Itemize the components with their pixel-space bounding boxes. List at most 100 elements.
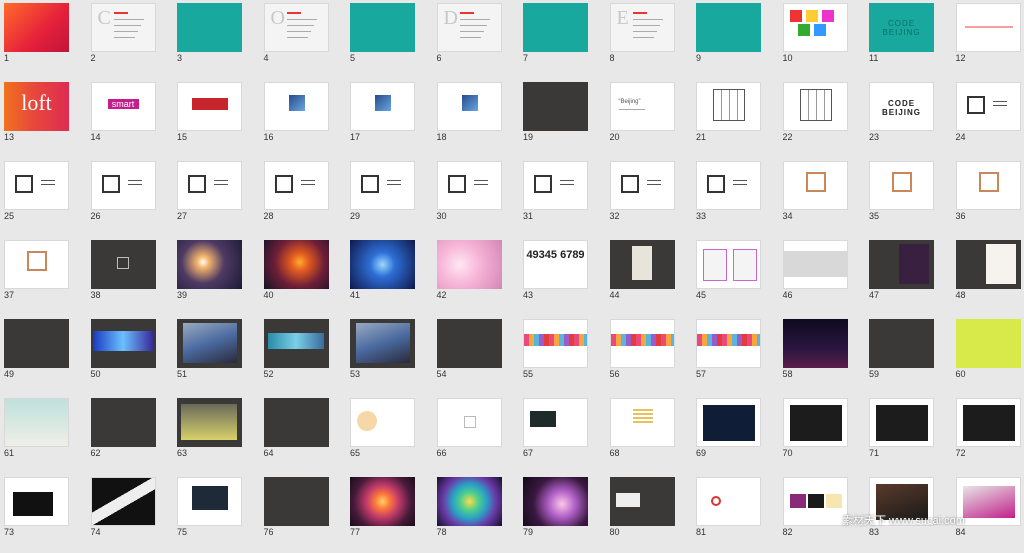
slide-cell[interactable]: 48 bbox=[952, 237, 1024, 316]
slide-thumbnail[interactable] bbox=[523, 477, 588, 526]
slide-thumbnail[interactable] bbox=[350, 319, 415, 368]
slide-thumbnail[interactable] bbox=[4, 3, 69, 52]
slide-thumbnail[interactable] bbox=[956, 319, 1021, 368]
slide-cell[interactable]: 1 bbox=[0, 0, 86, 79]
slide-thumbnail[interactable] bbox=[696, 240, 761, 289]
slide-cell[interactable]: 27 bbox=[173, 158, 259, 237]
slide-thumbnail[interactable] bbox=[610, 398, 675, 447]
slide-thumbnail[interactable]: smart bbox=[91, 82, 156, 131]
slide-thumbnail[interactable] bbox=[696, 319, 761, 368]
slide-thumbnail[interactable] bbox=[437, 161, 502, 210]
slide-cell[interactable]: 69 bbox=[692, 395, 778, 474]
slide-cell[interactable]: D6 bbox=[433, 0, 519, 79]
slide-thumbnail[interactable]: D bbox=[437, 3, 502, 52]
slide-cell[interactable]: 18 bbox=[433, 79, 519, 158]
slide-cell[interactable]: 75 bbox=[173, 474, 259, 553]
slide-cell[interactable]: 78 bbox=[433, 474, 519, 553]
slide-cell[interactable]: 71 bbox=[865, 395, 951, 474]
slide-cell[interactable]: 38 bbox=[87, 237, 173, 316]
slide-cell[interactable]: 49 bbox=[0, 316, 86, 395]
slide-thumbnail[interactable] bbox=[264, 82, 329, 131]
slide-thumbnail[interactable] bbox=[956, 3, 1021, 52]
slide-thumbnail[interactable] bbox=[264, 398, 329, 447]
slide-thumbnail[interactable] bbox=[264, 240, 329, 289]
slide-thumbnail[interactable] bbox=[350, 477, 415, 526]
slide-cell[interactable]: 50 bbox=[87, 316, 173, 395]
slide-cell[interactable]: 73 bbox=[0, 474, 86, 553]
slide-cell[interactable]: 22 bbox=[779, 79, 865, 158]
slide-cell[interactable]: loft13 bbox=[0, 79, 86, 158]
slide-cell[interactable]: 51 bbox=[173, 316, 259, 395]
slide-thumbnail[interactable]: E bbox=[610, 3, 675, 52]
slide-cell[interactable]: 74 bbox=[87, 474, 173, 553]
slide-cell[interactable]: 15 bbox=[173, 79, 259, 158]
slide-thumbnail[interactable] bbox=[91, 398, 156, 447]
slide-thumbnail[interactable]: C bbox=[91, 3, 156, 52]
slide-cell[interactable]: 63 bbox=[173, 395, 259, 474]
slide-cell[interactable]: 53 bbox=[346, 316, 432, 395]
slide-cell[interactable]: 80 bbox=[606, 474, 692, 553]
slide-cell[interactable]: 76 bbox=[260, 474, 346, 553]
slide-cell[interactable]: 57 bbox=[692, 316, 778, 395]
slide-thumbnail[interactable] bbox=[437, 398, 502, 447]
slide-cell[interactable]: 67 bbox=[519, 395, 605, 474]
slide-thumbnail[interactable] bbox=[610, 161, 675, 210]
slide-thumbnail[interactable] bbox=[4, 398, 69, 447]
slide-thumbnail[interactable] bbox=[869, 240, 934, 289]
slide-thumbnail[interactable] bbox=[264, 319, 329, 368]
slide-cell[interactable]: 68 bbox=[606, 395, 692, 474]
slide-cell[interactable]: E8 bbox=[606, 0, 692, 79]
slide-cell[interactable]: 70 bbox=[779, 395, 865, 474]
slide-thumbnail[interactable] bbox=[177, 477, 242, 526]
slide-thumbnail[interactable] bbox=[91, 240, 156, 289]
slide-cell[interactable]: 46 bbox=[779, 237, 865, 316]
slide-thumbnail[interactable] bbox=[177, 398, 242, 447]
slide-cell[interactable]: 30 bbox=[433, 158, 519, 237]
slide-cell[interactable]: 12 bbox=[952, 0, 1024, 79]
slide-thumbnail[interactable] bbox=[610, 319, 675, 368]
slide-thumbnail[interactable] bbox=[610, 477, 675, 526]
slide-cell[interactable]: 45 bbox=[692, 237, 778, 316]
slide-cell[interactable]: 59 bbox=[865, 316, 951, 395]
slide-thumbnail[interactable] bbox=[783, 477, 848, 526]
slide-thumbnail[interactable] bbox=[4, 161, 69, 210]
slide-thumbnail[interactable]: CODE BEIJING bbox=[869, 82, 934, 131]
slide-thumbnail[interactable] bbox=[264, 477, 329, 526]
slide-thumbnail[interactable] bbox=[437, 82, 502, 131]
slide-thumbnail[interactable] bbox=[177, 3, 242, 52]
slide-thumbnail[interactable] bbox=[350, 82, 415, 131]
slide-thumbnail[interactable] bbox=[783, 82, 848, 131]
slide-thumbnail[interactable] bbox=[91, 477, 156, 526]
slide-cell[interactable]: 61 bbox=[0, 395, 86, 474]
slide-cell[interactable]: 72 bbox=[952, 395, 1024, 474]
slide-cell[interactable]: 44 bbox=[606, 237, 692, 316]
slide-cell[interactable]: 60 bbox=[952, 316, 1024, 395]
slide-cell[interactable]: CODE BEIJING11 bbox=[865, 0, 951, 79]
slide-thumbnail[interactable] bbox=[177, 319, 242, 368]
slide-cell[interactable]: 58 bbox=[779, 316, 865, 395]
slide-thumbnail[interactable] bbox=[4, 477, 69, 526]
slide-cell[interactable]: smart14 bbox=[87, 79, 173, 158]
slide-cell[interactable]: 52 bbox=[260, 316, 346, 395]
slide-cell[interactable]: 39 bbox=[173, 237, 259, 316]
slide-thumbnail[interactable] bbox=[4, 240, 69, 289]
slide-thumbnail[interactable] bbox=[696, 161, 761, 210]
slide-thumbnail[interactable] bbox=[437, 477, 502, 526]
slide-cell[interactable]: 47 bbox=[865, 237, 951, 316]
slide-thumbnail[interactable] bbox=[956, 398, 1021, 447]
slide-cell[interactable]: 28 bbox=[260, 158, 346, 237]
slide-cell[interactable]: 26 bbox=[87, 158, 173, 237]
slide-cell[interactable]: 56 bbox=[606, 316, 692, 395]
slide-cell[interactable]: 10 bbox=[779, 0, 865, 79]
slide-cell[interactable]: 3 bbox=[173, 0, 259, 79]
slide-thumbnail[interactable] bbox=[177, 161, 242, 210]
slide-cell[interactable]: 24 bbox=[952, 79, 1024, 158]
slide-thumbnail[interactable] bbox=[869, 161, 934, 210]
slide-cell[interactable]: “Beijing”20 bbox=[606, 79, 692, 158]
slide-thumbnail[interactable] bbox=[523, 82, 588, 131]
slide-thumbnail[interactable] bbox=[437, 319, 502, 368]
slide-thumbnail[interactable] bbox=[783, 161, 848, 210]
slide-cell[interactable]: 19 bbox=[519, 79, 605, 158]
slide-cell[interactable]: 54 bbox=[433, 316, 519, 395]
slide-cell[interactable]: 9 bbox=[692, 0, 778, 79]
